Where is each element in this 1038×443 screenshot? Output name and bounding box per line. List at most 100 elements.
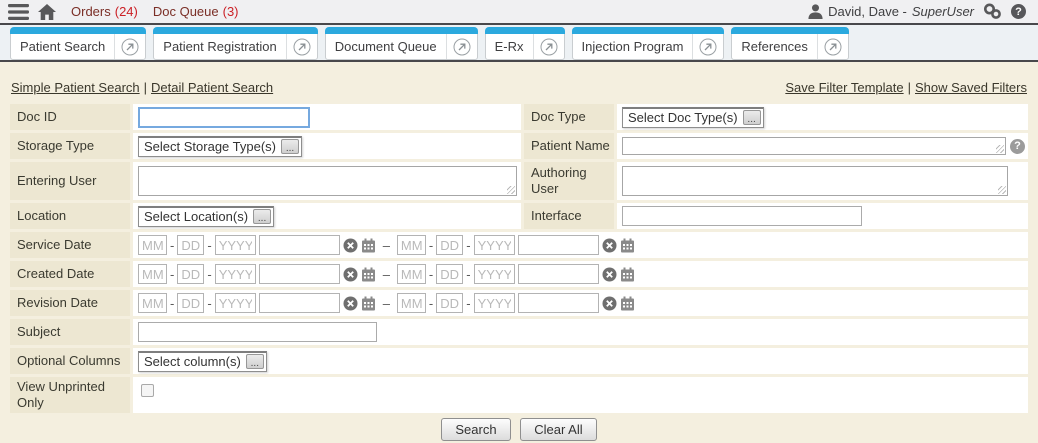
- entering-user-input[interactable]: [138, 166, 517, 196]
- date-from-day-input[interactable]: [177, 264, 204, 284]
- clear-date-icon[interactable]: [602, 238, 617, 253]
- date-from-relative-input[interactable]: [259, 293, 340, 313]
- tab-patient-registration[interactable]: Patient Registration: [153, 27, 317, 60]
- doc-type-cell: Select Doc Type(s) ...: [617, 104, 1028, 130]
- doc-type-picker[interactable]: Select Doc Type(s) ...: [622, 107, 764, 128]
- filter-links-row: Simple Patient Search|Detail Patient Sea…: [0, 80, 1038, 95]
- date-to-day-input[interactable]: [436, 235, 463, 255]
- link-icon[interactable]: [983, 3, 1002, 20]
- form-action-bar: Search Clear All: [0, 418, 1038, 441]
- open-in-new-window-icon[interactable]: [287, 34, 317, 59]
- user-menu[interactable]: David, Dave - SuperUser: [808, 4, 974, 19]
- resize-handle[interactable]: [998, 186, 1006, 194]
- clear-date-icon[interactable]: [343, 238, 358, 253]
- patient-name-help-icon[interactable]: ?: [1010, 139, 1025, 154]
- search-button[interactable]: Search: [441, 418, 510, 441]
- calendar-icon[interactable]: [361, 267, 376, 282]
- date-from-year-input[interactable]: [215, 293, 256, 313]
- view-unprinted-only-label: View Unprinted Only: [10, 377, 130, 413]
- date-to-year-input[interactable]: [474, 264, 515, 284]
- date-from-year-input[interactable]: [215, 235, 256, 255]
- nav-orders-link[interactable]: Orders (24): [71, 4, 138, 19]
- optional-columns-label: Optional Columns: [10, 348, 130, 374]
- date-to-day-input[interactable]: [436, 264, 463, 284]
- date-from-relative-input[interactable]: [259, 264, 340, 284]
- date-from-day-input[interactable]: [177, 293, 204, 313]
- open-in-new-window-icon[interactable]: [534, 34, 564, 59]
- date-range-separator: –: [383, 267, 390, 282]
- date-to-month-input[interactable]: [397, 293, 426, 313]
- saved-filter-links: Save Filter Template|Show Saved Filters: [785, 80, 1027, 95]
- doc-id-input[interactable]: [138, 107, 310, 128]
- date-from-month-input[interactable]: [138, 235, 167, 255]
- menu-icon[interactable]: [8, 4, 29, 20]
- open-in-new-window-icon[interactable]: [818, 34, 848, 59]
- interface-cell: [617, 203, 1028, 229]
- tab-references[interactable]: References: [731, 27, 848, 60]
- resize-handle[interactable]: [507, 186, 515, 194]
- detail-patient-search-link[interactable]: Detail Patient Search: [151, 80, 273, 95]
- subject-input[interactable]: [138, 322, 377, 342]
- subject-label: Subject: [10, 319, 130, 345]
- tab-patient-search[interactable]: Patient Search: [10, 27, 146, 60]
- location-picker-button[interactable]: ...: [253, 209, 271, 224]
- clear-date-icon[interactable]: [343, 296, 358, 311]
- tab-accent-bar: [10, 27, 146, 34]
- clear-date-icon[interactable]: [602, 296, 617, 311]
- search-mode-links: Simple Patient Search|Detail Patient Sea…: [11, 80, 273, 95]
- entering-user-cell: [133, 162, 521, 200]
- date-to-month-input[interactable]: [397, 264, 426, 284]
- date-from-month-input[interactable]: [138, 264, 167, 284]
- view-unprinted-only-cell: [133, 377, 1028, 413]
- date-from-month-input[interactable]: [138, 293, 167, 313]
- date-to-month-input[interactable]: [397, 235, 426, 255]
- simple-patient-search-link[interactable]: Simple Patient Search: [11, 80, 140, 95]
- show-saved-filters-link[interactable]: Show Saved Filters: [915, 80, 1027, 95]
- date-to-relative-input[interactable]: [518, 293, 599, 313]
- location-picker[interactable]: Select Location(s) ...: [138, 206, 274, 227]
- optional-columns-picker[interactable]: Select column(s) ...: [138, 351, 267, 372]
- clear-all-button[interactable]: Clear All: [520, 418, 596, 441]
- date-from-year-input[interactable]: [215, 264, 256, 284]
- tab-e-rx[interactable]: E-Rx: [485, 27, 565, 60]
- date-from-day-input[interactable]: [177, 235, 204, 255]
- calendar-icon[interactable]: [620, 267, 635, 282]
- calendar-icon[interactable]: [361, 296, 376, 311]
- help-icon[interactable]: ?: [1011, 4, 1026, 19]
- open-in-new-window-icon[interactable]: [693, 34, 723, 59]
- storage-type-picker-button[interactable]: ...: [281, 139, 299, 154]
- date-to-relative-input[interactable]: [518, 264, 599, 284]
- calendar-icon[interactable]: [620, 238, 635, 253]
- open-in-new-window-icon[interactable]: [447, 34, 477, 59]
- patient-name-input[interactable]: [622, 137, 1006, 155]
- optional-columns-picker-button[interactable]: ...: [246, 354, 264, 369]
- calendar-icon[interactable]: [620, 296, 635, 311]
- optional-columns-cell: Select column(s) ...: [133, 348, 1028, 374]
- tab-accent-bar: [572, 27, 725, 34]
- user-icon: [808, 4, 823, 19]
- nav-doc-queue-link[interactable]: Doc Queue (3): [153, 4, 239, 19]
- home-icon[interactable]: [38, 4, 56, 20]
- resize-handle[interactable]: [996, 145, 1004, 153]
- tab-injection-program[interactable]: Injection Program: [572, 27, 725, 60]
- date-to-day-input[interactable]: [436, 293, 463, 313]
- search-filter-form: Doc ID Doc Type Select Doc Type(s) ... S…: [10, 104, 1028, 413]
- view-unprinted-only-checkbox[interactable]: [141, 384, 154, 397]
- open-in-new-window-icon[interactable]: [115, 34, 145, 59]
- date-to-year-input[interactable]: [474, 235, 515, 255]
- date-to-year-input[interactable]: [474, 293, 515, 313]
- date-separator: -: [207, 238, 211, 253]
- clear-date-icon[interactable]: [343, 267, 358, 282]
- save-filter-template-link[interactable]: Save Filter Template: [785, 80, 903, 95]
- date-to-relative-input[interactable]: [518, 235, 599, 255]
- storage-type-picker[interactable]: Select Storage Type(s) ...: [138, 136, 302, 157]
- calendar-icon[interactable]: [361, 238, 376, 253]
- service-date-label: Service Date: [10, 232, 130, 258]
- tab-document-queue[interactable]: Document Queue: [325, 27, 478, 60]
- patient-name-cell: ?: [617, 133, 1028, 159]
- interface-input[interactable]: [622, 206, 862, 226]
- doc-type-picker-button[interactable]: ...: [743, 110, 761, 125]
- date-from-relative-input[interactable]: [259, 235, 340, 255]
- clear-date-icon[interactable]: [602, 267, 617, 282]
- authoring-user-input[interactable]: [622, 166, 1008, 196]
